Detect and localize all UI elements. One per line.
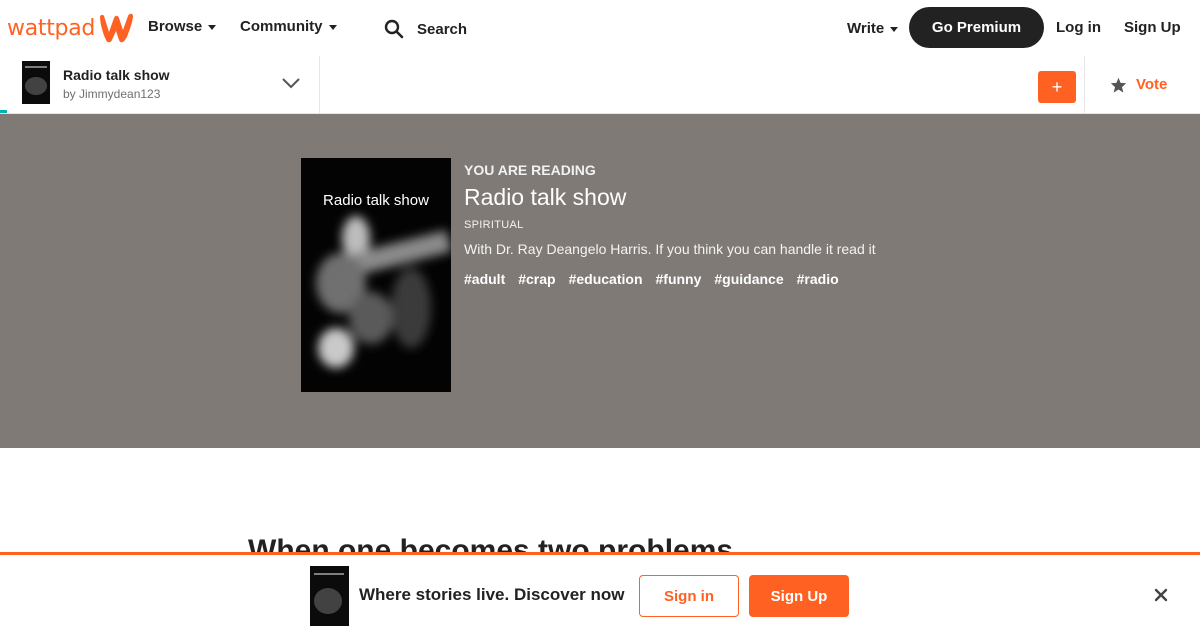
tag-item[interactable]: #adult bbox=[464, 271, 505, 287]
tag-item[interactable]: #education bbox=[569, 271, 643, 287]
story-info: YOU ARE READING Radio talk show SPIRITUA… bbox=[464, 162, 876, 287]
search-input[interactable] bbox=[417, 20, 657, 38]
tag-item[interactable]: #funny bbox=[656, 271, 702, 287]
top-navigation: wattpad Browse Community Write Go Premiu… bbox=[0, 0, 1200, 56]
banner-story-thumbnail bbox=[310, 566, 349, 626]
wattpad-w-icon bbox=[100, 13, 134, 43]
sign-up-button[interactable]: Sign Up bbox=[749, 575, 849, 617]
add-to-library-button[interactable]: + bbox=[1038, 71, 1076, 103]
search-icon[interactable] bbox=[384, 19, 404, 39]
story-title: Radio talk show bbox=[63, 67, 170, 83]
chevron-down-icon[interactable] bbox=[281, 76, 301, 90]
reading-label: YOU ARE READING bbox=[464, 162, 596, 178]
browse-label: Browse bbox=[148, 18, 203, 35]
banner-tagline: Where stories live. Discover now bbox=[359, 585, 625, 604]
caret-down-icon bbox=[208, 25, 217, 30]
story-title-large: Radio talk show bbox=[464, 184, 627, 210]
community-dropdown[interactable]: Community bbox=[240, 18, 337, 35]
browse-dropdown[interactable]: Browse bbox=[148, 18, 217, 35]
sign-in-button[interactable]: Sign in bbox=[639, 575, 739, 617]
caret-down-icon bbox=[890, 27, 899, 32]
signup-banner: Where stories live. Discover now Sign in… bbox=[0, 552, 1200, 630]
close-icon[interactable] bbox=[1153, 587, 1169, 603]
signup-link[interactable]: Sign Up bbox=[1124, 19, 1181, 36]
reading-progress-bar bbox=[0, 110, 7, 113]
cover-title: Radio talk show bbox=[323, 192, 429, 209]
tag-item[interactable]: #crap bbox=[518, 271, 555, 287]
star-icon bbox=[1110, 77, 1127, 93]
story-selector[interactable]: Radio talk show by Jimmydean123 bbox=[0, 56, 320, 113]
wattpad-logo[interactable]: wattpad bbox=[7, 12, 137, 44]
story-author[interactable]: by Jimmydean123 bbox=[63, 87, 160, 101]
story-hero: Radio talk show YOU ARE READING Radio ta… bbox=[0, 114, 1200, 448]
story-thumbnail bbox=[22, 61, 50, 104]
write-label: Write bbox=[847, 20, 885, 37]
vote-button[interactable]: Vote bbox=[1110, 76, 1167, 93]
write-dropdown[interactable]: Write bbox=[847, 20, 899, 37]
logo-text: wattpad bbox=[7, 15, 96, 41]
search-bar bbox=[384, 16, 684, 42]
tag-list: #adult #crap #education #funny #guidance… bbox=[464, 271, 876, 287]
tag-item[interactable]: #guidance bbox=[714, 271, 783, 287]
go-premium-button[interactable]: Go Premium bbox=[909, 7, 1044, 48]
tag-item[interactable]: #radio bbox=[797, 271, 839, 287]
divider bbox=[1084, 56, 1085, 113]
story-description: With Dr. Ray Deangelo Harris. If you thi… bbox=[464, 241, 876, 257]
community-label: Community bbox=[240, 18, 323, 35]
login-link[interactable]: Log in bbox=[1056, 19, 1101, 36]
caret-down-icon bbox=[328, 25, 337, 30]
story-cover: Radio talk show bbox=[301, 158, 451, 392]
vote-label: Vote bbox=[1136, 76, 1168, 93]
story-category[interactable]: SPIRITUAL bbox=[464, 219, 876, 231]
story-header-bar: Radio talk show by Jimmydean123 + Vote bbox=[0, 56, 1200, 114]
